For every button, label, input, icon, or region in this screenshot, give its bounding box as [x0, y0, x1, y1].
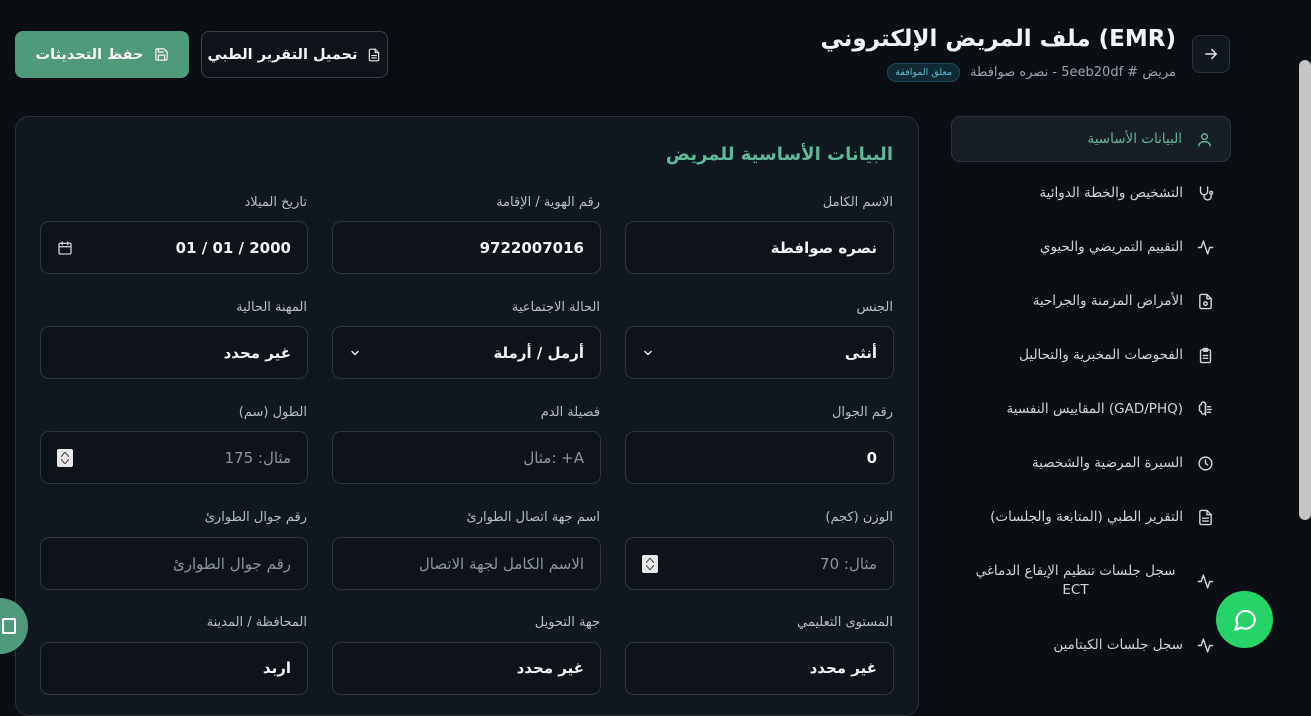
sidebar-item-ketamine-sessions[interactable]: سجل جلسات الكيتامين [951, 622, 1231, 668]
mobile-field[interactable]: 0 [625, 431, 894, 484]
birth-date-value: 01 / 01 / 2000 [175, 238, 291, 257]
gender-value: أنثى [844, 343, 877, 362]
basic-data-card [15, 116, 919, 716]
marital-status-select[interactable]: أرمل / أرملة [332, 326, 601, 379]
education-field[interactable]: غير محدد [625, 642, 894, 695]
sidebar-item-nursing[interactable]: التقييم التمريضي والحيوي [951, 224, 1231, 270]
mobile-value: 0 [866, 448, 877, 467]
page-title: ملف المريض الإلكتروني (EMR) [820, 26, 1176, 52]
city-value: اربد [262, 659, 291, 677]
whatsapp-chat-button[interactable] [1216, 591, 1273, 648]
blood-type-label: فصيلة الدم [540, 405, 600, 420]
number-stepper[interactable] [642, 554, 658, 573]
national-id-value: 9722007016 [479, 238, 584, 257]
gender-label: الجنس [856, 300, 893, 315]
height-placeholder: مثال: 175 [224, 448, 292, 467]
occupation-field[interactable]: غير محدد [40, 326, 308, 379]
height-label: الطول (سم) [238, 405, 307, 420]
clipboard-icon [1195, 345, 1215, 365]
full-name-label: الاسم الكامل [822, 195, 893, 210]
user-icon [1194, 129, 1214, 149]
arrow-right-icon [1205, 48, 1217, 60]
clock-icon [1195, 453, 1215, 473]
activity-icon [1195, 635, 1215, 655]
sidebar-item-label: الأمراض المزمنة والجراحية [1032, 292, 1183, 309]
chevron-down-icon [642, 347, 654, 359]
number-stepper[interactable] [57, 448, 73, 467]
sidebar-item-label: البيانات الأساسية [1087, 130, 1183, 147]
referral-value: غير محدد [516, 659, 584, 677]
save-updates-label: حفظ التحديثات [35, 46, 144, 63]
sidebar-item-label: التقرير الطبي (المتابعة والجلسات) [990, 508, 1183, 525]
activity-icon [1195, 237, 1215, 257]
birth-date-field[interactable]: 01 / 01 / 2000 [40, 221, 308, 274]
activity-icon [1195, 571, 1215, 591]
sidebar-item-medical-report[interactable]: التقرير الطبي (المتابعة والجلسات) [951, 494, 1231, 540]
sidebar-item-basic-data[interactable]: البيانات الأساسية [951, 116, 1231, 162]
emergency-phone-label: رقم جوال الطوارئ [204, 510, 307, 525]
sidebar-item-label: التشخيص والخطة الدوائية [1039, 184, 1183, 201]
square-icon [2, 618, 16, 634]
education-label: المستوى التعليمي [797, 615, 893, 630]
blood-type-placeholder: مثال: +A [523, 448, 584, 467]
section-title: البيانات الأساسية للمريض [665, 144, 893, 165]
emergency-phone-placeholder: رقم جوال الطوارئ [173, 554, 291, 573]
download-report-button[interactable]: تحميل التقرير الطبي [201, 31, 388, 78]
occupation-value: غير محدد [223, 343, 291, 362]
city-field[interactable]: اربد [40, 642, 308, 695]
full-name-value: نصره صوافطة [770, 238, 877, 257]
sidebar-item-diagnosis[interactable]: التشخيص والخطة الدوائية [951, 170, 1231, 216]
weight-label: الوزن (كجم) [825, 510, 893, 525]
education-value: غير محدد [809, 659, 877, 677]
sidebar-item-label: المقاييس النفسية (GAD/PHQ) [1006, 400, 1183, 417]
emergency-phone-field[interactable]: رقم جوال الطوارئ [40, 537, 308, 590]
save-updates-button[interactable]: حفظ التحديثات [15, 31, 189, 78]
weight-placeholder: مثال: 70 [820, 554, 877, 573]
patient-subtitle: معلق الموافقة مريض # 5eeb20df - نصره صوا… [887, 63, 1176, 82]
sidebar-item-ect-sessions[interactable]: سجل جلسات تنظيم الإيقاع الدماغي ECT [951, 556, 1231, 606]
height-field[interactable]: مثال: 175 [40, 431, 308, 484]
national-id-label: رقم الهوية / الإقامة [496, 195, 600, 210]
stethoscope-icon [1195, 183, 1215, 203]
status-badge: معلق الموافقة [887, 63, 961, 82]
mobile-label: رقم الجوال [831, 405, 893, 420]
calendar-icon[interactable] [57, 240, 73, 256]
scrollbar[interactable] [1299, 60, 1311, 520]
save-icon [154, 48, 168, 61]
document-icon [1195, 507, 1215, 527]
sidebar-item-label: الفحوصات المخبرية والتحاليل [1019, 346, 1183, 363]
weight-field[interactable]: مثال: 70 [625, 537, 894, 590]
marital-status-value: أرمل / أرملة [493, 343, 584, 362]
brain-icon [1195, 399, 1215, 419]
chevron-down-icon [349, 347, 361, 359]
sidebar-item-chronic[interactable]: الأمراض المزمنة والجراحية [951, 278, 1231, 324]
sidebar-item-label: سجل جلسات الكيتامين [1053, 636, 1183, 653]
birth-date-label: تاريخ الميلاد [244, 195, 307, 210]
back-button[interactable] [1192, 35, 1230, 73]
sidebar-item-labs[interactable]: الفحوصات المخبرية والتحاليل [951, 332, 1231, 378]
chat-bubble-icon [1233, 609, 1256, 631]
occupation-label: المهنة الحالية [236, 300, 307, 315]
marital-status-label: الحالة الاجتماعية [511, 300, 600, 315]
sidebar-item-label: سجل جلسات تنظيم الإيقاع الدماغي ECT [975, 563, 1176, 598]
referral-field[interactable]: غير محدد [332, 642, 601, 695]
sidebar-item-label: التقييم التمريضي والحيوي [1039, 238, 1183, 255]
sidebar-item-psych-scales[interactable]: المقاييس النفسية (GAD/PHQ) [951, 386, 1231, 432]
sidebar-item-history[interactable]: السيرة المرضية والشخصية [951, 440, 1231, 486]
national-id-field[interactable]: 9722007016 [332, 221, 601, 274]
referral-label: جهة التحويل [534, 615, 600, 630]
file-medical-icon [1195, 291, 1215, 311]
emergency-name-label: اسم جهة اتصال الطوارئ [466, 510, 600, 525]
file-text-icon [369, 48, 380, 61]
patient-id-line: مريض # 5eeb20df - نصره صوافطة [970, 65, 1176, 80]
full-name-field[interactable]: نصره صوافطة [625, 221, 894, 274]
emergency-name-placeholder: الاسم الكامل لجهة الاتصال [418, 554, 584, 573]
gender-select[interactable]: أنثى [625, 326, 894, 379]
city-label: المحافظة / المدينة [206, 615, 307, 630]
download-report-label: تحميل التقرير الطبي [207, 46, 358, 63]
sidebar-item-label: السيرة المرضية والشخصية [1031, 454, 1183, 471]
emergency-name-field[interactable]: الاسم الكامل لجهة الاتصال [332, 537, 601, 590]
blood-type-field[interactable]: مثال: +A [332, 431, 601, 484]
